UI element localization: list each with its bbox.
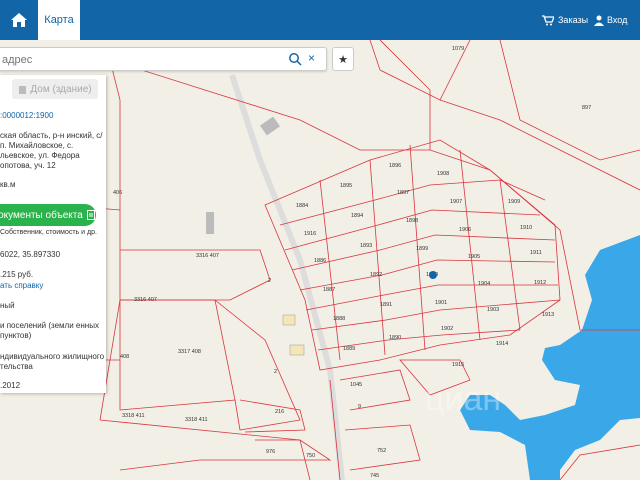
svg-text:3317 408: 3317 408	[178, 349, 201, 355]
favorite-button[interactable]: ★	[332, 47, 354, 71]
building-shape	[289, 344, 305, 356]
tab-map[interactable]: Карта	[38, 0, 80, 40]
svg-text:1045: 1045	[350, 382, 362, 388]
svg-text:1898: 1898	[406, 218, 418, 224]
svg-text:1893: 1893	[360, 243, 372, 249]
svg-text:3318 411: 3318 411	[122, 413, 145, 419]
documents-button-label: Документы объекта	[0, 209, 83, 221]
svg-text:1889: 1889	[343, 346, 355, 352]
building-button[interactable]: Дом (здание)	[12, 79, 98, 99]
star-icon: ★	[338, 53, 348, 66]
svg-text:1892: 1892	[370, 272, 382, 278]
top-navigation-bar: Карта Заказы Вход	[0, 0, 640, 40]
home-button[interactable]	[0, 0, 38, 40]
svg-text:408: 408	[120, 354, 129, 360]
document-icon	[86, 210, 95, 220]
svg-text:3318 411: 3318 411	[185, 417, 208, 423]
status-text: ный	[0, 301, 15, 310]
svg-text:1896: 1896	[389, 163, 401, 169]
svg-text:897: 897	[582, 105, 591, 111]
search-input[interactable]	[0, 48, 284, 72]
svg-text:1909: 1909	[508, 199, 520, 205]
svg-text:1902: 1902	[441, 326, 453, 332]
svg-text:1904: 1904	[478, 281, 490, 287]
svg-text:3316 407: 3316 407	[196, 253, 219, 259]
svg-text:1906: 1906	[459, 227, 471, 233]
clear-icon[interactable]: ×	[308, 51, 322, 65]
svg-text:1884: 1884	[296, 203, 308, 209]
svg-text:745: 745	[370, 473, 379, 479]
svg-text:1903: 1903	[487, 307, 499, 313]
svg-text:1887: 1887	[323, 287, 335, 293]
svg-text:1897: 1897	[397, 190, 409, 196]
login-label: Вход	[607, 15, 628, 25]
svg-text:1899: 1899	[416, 246, 428, 252]
land-category-text: и поселений (земли енных пунктов)	[0, 321, 99, 340]
svg-text:1915: 1915	[452, 362, 464, 368]
svg-text:1914: 1914	[496, 341, 508, 347]
home-icon	[11, 13, 27, 27]
svg-text:406: 406	[113, 190, 122, 196]
svg-text:3316 407: 3316 407	[134, 297, 157, 303]
registration-date-text: .2012	[0, 381, 21, 390]
cadastral-number[interactable]: :0000012:1900	[0, 111, 53, 120]
svg-text:1911: 1911	[530, 250, 542, 256]
svg-text:1912: 1912	[534, 280, 546, 286]
order-certificate-link[interactable]: ать справку	[0, 281, 43, 290]
cart-icon	[542, 14, 554, 25]
documents-subtitle: Собственник, стоимость и др.	[0, 229, 97, 236]
area-text: кв.м	[0, 180, 16, 189]
address-text: ская область, р-н инский, с/п. Михайловс…	[0, 131, 103, 170]
svg-text:1079: 1079	[452, 46, 464, 52]
svg-text:9: 9	[358, 404, 361, 410]
building-icon	[19, 85, 27, 94]
svg-text:216: 216	[275, 409, 284, 415]
svg-text:1894: 1894	[351, 213, 363, 219]
svg-text:1913: 1913	[542, 312, 554, 318]
svg-text:1916: 1916	[304, 231, 316, 237]
svg-text:1891: 1891	[380, 302, 392, 308]
svg-text:1905: 1905	[468, 254, 480, 260]
building-shape	[282, 314, 296, 326]
cadastral-value-text: .215 руб.	[0, 270, 34, 279]
login-button[interactable]: Вход	[594, 0, 627, 40]
svg-text:1888: 1888	[333, 316, 345, 322]
svg-text:752: 752	[377, 448, 386, 454]
watermark-text: циан	[425, 380, 501, 418]
svg-text:750: 750	[306, 453, 315, 459]
search-bar: ×	[0, 47, 327, 72]
svg-text:1910: 1910	[520, 225, 532, 231]
svg-text:1895: 1895	[340, 183, 352, 189]
selected-parcel-marker[interactable]	[429, 271, 437, 279]
svg-text:976: 976	[266, 449, 275, 455]
parcel-info-panel: Дом (здание) :0000012:1900 ская область,…	[0, 75, 106, 393]
documents-button[interactable]: Документы объекта	[0, 204, 96, 226]
orders-button[interactable]: Заказы	[542, 0, 588, 40]
search-icon[interactable]	[288, 52, 302, 66]
coordinates-text: 6022, 35.897330	[0, 250, 61, 259]
building-button-label: Дом (здание)	[30, 83, 92, 95]
svg-text:2: 2	[268, 278, 271, 284]
orders-label: Заказы	[558, 15, 589, 25]
svg-text:1907: 1907	[450, 199, 462, 205]
svg-text:1890: 1890	[389, 335, 401, 341]
svg-text:2: 2	[274, 369, 277, 375]
svg-text:1908: 1908	[437, 171, 449, 177]
svg-text:1886: 1886	[314, 258, 326, 264]
user-icon	[594, 15, 604, 26]
permitted-use-text: ндивидуального жилищного тельства	[0, 352, 105, 371]
svg-text:1901: 1901	[435, 300, 447, 306]
building-shape	[206, 212, 214, 234]
